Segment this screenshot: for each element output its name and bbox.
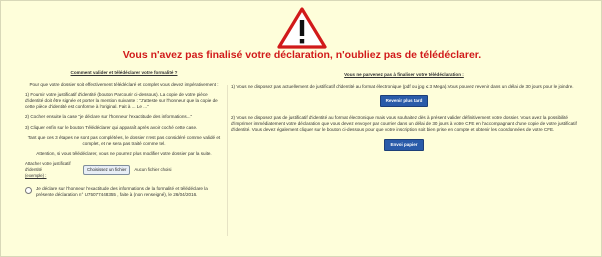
- right-panel: Vous ne parvenez pas à finaliser votre t…: [231, 72, 577, 159]
- declaration-row: Je déclare sur l'honneur l'exactitude de…: [25, 186, 223, 198]
- example-link[interactable]: (exemple) :: [25, 173, 47, 178]
- file-status: Aucun fichier choisi: [134, 167, 172, 173]
- step-3: 3) Cliquer enfin sur le bouton Télédécla…: [25, 124, 198, 130]
- left-panel: Comment valider et télédéclarer votre fo…: [25, 70, 223, 198]
- note-warning: Attention, si vous télédéclarer, vous ne…: [36, 150, 212, 156]
- warning-triangle-icon: [277, 7, 327, 49]
- revenir-button-wrap: Revenir plus tard: [231, 95, 577, 108]
- case-2-text: 2) Vous ne disposez pas de justificatif …: [231, 115, 577, 133]
- case-1-text: 1) Vous ne disposez pas actuellement de …: [231, 84, 574, 90]
- envoi-papier-button[interactable]: Envoi papier: [384, 138, 424, 151]
- choose-file-button[interactable]: Choisissez un fichier: [83, 165, 131, 176]
- page: Vous n'avez pas finalisé votre déclarati…: [0, 0, 602, 257]
- declaration-checkbox[interactable]: [25, 187, 32, 195]
- step-1: 1) Fournir votre justificatif d'identité…: [25, 92, 218, 110]
- page-title: Vous n'avez pas finalisé votre déclarati…: [122, 49, 482, 61]
- step-2: 2) Cocher ensuite la case "je déclare su…: [25, 114, 193, 120]
- envoi-button-wrap: Envoi papier: [231, 138, 577, 151]
- intro-text: Pour que votre dossier soit effectivemen…: [29, 82, 219, 88]
- revenir-plus-tard-button[interactable]: Revenir plus tard: [379, 95, 429, 108]
- attach-label: Attacher votre justificatif d'identité (…: [25, 160, 71, 179]
- note-completion: Tant que ces 3 étapes ne sont pas complé…: [27, 134, 221, 146]
- column-divider: [227, 85, 228, 236]
- left-panel-title: Comment valider et télédéclarer votre fo…: [70, 70, 178, 75]
- right-panel-title: Vous ne parvenez pas à finaliser votre t…: [344, 72, 464, 77]
- declaration-text: Je déclare sur l'honneur l'exactitude de…: [36, 186, 208, 198]
- file-upload-row: Attacher votre justificatif d'identité (…: [25, 161, 223, 179]
